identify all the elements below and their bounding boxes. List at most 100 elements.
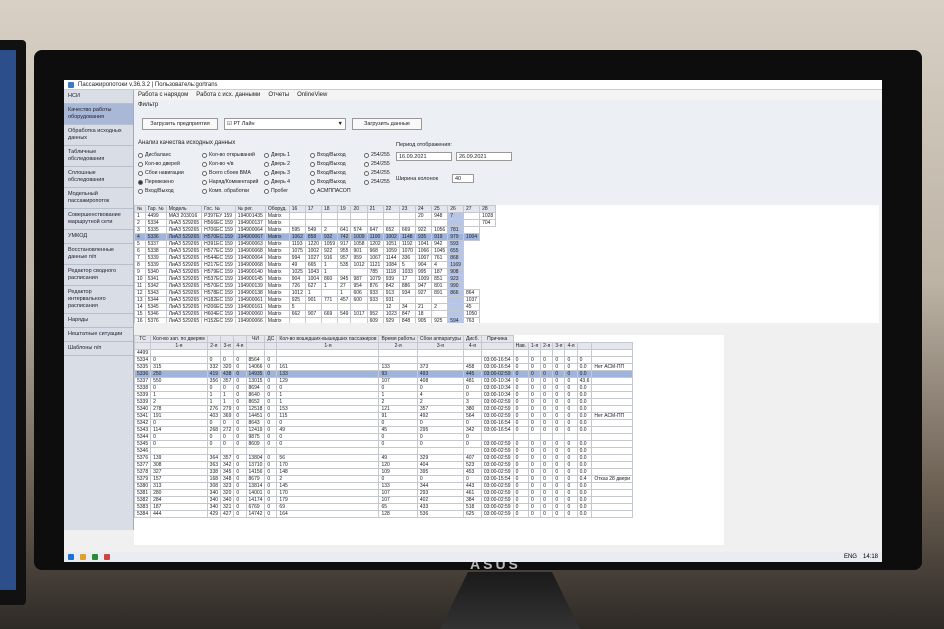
table-row[interactable]: 10 5341 ЛиАЗ 529265 Н537ЕС 159 194900145 Matr… xyxy=(134,275,496,283)
column-header[interactable]: № рег. xyxy=(234,205,266,213)
sidebar-item[interactable]: УМКОД xyxy=(64,230,133,244)
table-row[interactable]: 5339 2 1 1 0 8652 0 1 2 2 3 03:00-02:59 0 0 0 0 0 0.0 xyxy=(134,398,634,406)
column-header[interactable]: Модель xyxy=(165,205,203,213)
column-header[interactable]: 28 xyxy=(479,205,497,213)
table-row[interactable]: 5342 0 0 0 0 8643 0 0 0 0 0 03:00-16:54 0 0 0 0 0 0.0 xyxy=(134,419,634,427)
table-row[interactable]: 5338 0 0 0 0 8694 0 0 0 0 0 03:00-10:34 0 0 0 0 0 0.0 xyxy=(134,384,634,392)
analysis-radio[interactable]: Вход/Выход xyxy=(310,170,364,176)
table-row[interactable]: 5378 327 338 345 0 14156 0 148 109 395 453 03:00-02… xyxy=(134,468,634,476)
analysis-radio[interactable]: Кол-во дверей xyxy=(138,161,202,167)
table-row[interactable]: 5384 444 429 427 0 14742 0 164 128 536 625 03:00-02… xyxy=(134,510,634,518)
analysis-radio[interactable]: 254/255 xyxy=(364,152,414,158)
table-row[interactable]: 5336 250 419 438 0 14935 0 133 93 493 445 03:00-02:… xyxy=(134,370,634,378)
column-header[interactable]: ДС xyxy=(264,335,278,343)
column-header[interactable]: 23 xyxy=(398,205,416,213)
analysis-radio[interactable] xyxy=(364,188,414,194)
analysis-radio[interactable]: Дверь 4 xyxy=(264,179,310,185)
column-header[interactable] xyxy=(206,335,222,343)
sidebar-item[interactable]: Обработка исходных данных xyxy=(64,125,133,146)
table-row[interactable]: 5334 0 0 0 0 8564 0 03:00-16:54 0 0 0 0 0 0 xyxy=(134,356,634,364)
column-header[interactable]: 22 xyxy=(382,205,400,213)
analysis-radio[interactable]: Дверь 2 xyxy=(264,161,310,167)
analysis-radio[interactable]: АСМППАСОП xyxy=(310,188,364,194)
table-row[interactable]: 9 5340 ЛиАЗ 529265 Н579ЕС 159 194900140 Matri… xyxy=(134,268,496,276)
table-row[interactable]: 5346 03:00-02:59 0 0 0 0 0 0.0 xyxy=(134,447,634,455)
column-header[interactable]: Кол-во зап. по дверям xyxy=(150,335,208,343)
table-row[interactable]: 13 5344 ЛиАЗ 529265 Н182ЕС 159 194900061 Matr… xyxy=(134,296,496,304)
explorer-icon[interactable] xyxy=(80,554,86,560)
sidebar-item[interactable]: Табличные обследования xyxy=(64,146,133,167)
table-row[interactable]: 6 5338 ЛиАЗ 529265 Н577ЕС 159 194900068 Matri… xyxy=(134,247,496,255)
analysis-radio[interactable]: Перевезено xyxy=(138,179,202,185)
table-row[interactable]: 1 4499 МАЗ 203016 Р397ЕУ 159 194001435 Matrix… xyxy=(134,212,497,220)
column-header[interactable]: Причина xyxy=(480,335,514,343)
table-row[interactable]: 5376 139 364 357 0 13804 0 56 49 329 407 03:00-02:5… xyxy=(134,454,634,462)
table-row[interactable]: 5381 280 340 320 0 14001 0 170 107 293 461 03:00-02… xyxy=(134,489,634,497)
analysis-radio[interactable]: Дверь 3 xyxy=(264,170,310,176)
column-header[interactable]: № xyxy=(134,205,146,213)
table-row[interactable]: 7 5339 ЛиАЗ 529265 Н544ЕС 159 194900064 Matri… xyxy=(134,254,496,262)
table-row[interactable]: 11 5342 ЛиАЗ 529265 Н570ЕС 159 194900139 Matr… xyxy=(134,282,496,290)
windows-start-icon[interactable] xyxy=(68,554,74,560)
load-enterprises-button[interactable]: Загрузить предприятия xyxy=(142,118,218,130)
analysis-radio[interactable]: Дисбаланс xyxy=(138,152,202,158)
table-row[interactable]: 5382 284 340 340 0 14174 0 179 107 402 384 03:00-02… xyxy=(134,496,634,504)
column-header[interactable]: 18 xyxy=(320,205,339,213)
table-row[interactable]: 3 5335 ЛиАЗ 529265 Н706ЕС 159 194900064 Matri… xyxy=(134,226,496,234)
column-header[interactable]: Кол-во вошедших-вышедших пассажиров xyxy=(276,335,380,343)
column-width-input[interactable]: 40 xyxy=(452,174,474,183)
analysis-radio[interactable]: Вход/Выход xyxy=(310,161,364,167)
table-row[interactable]: 16 5376 ЛиАЗ 529265 Н152ЕС 159 194900066 Matr… xyxy=(134,317,496,323)
table-row[interactable]: 5337 550 356 357 0 13015 0 129 107 408 481 03:00-10… xyxy=(134,377,634,385)
column-header[interactable] xyxy=(233,335,247,343)
column-header[interactable]: ЧИ xyxy=(245,335,266,343)
table-row[interactable]: 5340 278 276 279 0 12518 0 153 121 357 380 03:00-02… xyxy=(134,405,634,413)
sidebar-item[interactable]: Сплошные обследования xyxy=(64,167,133,188)
enterprise-select[interactable]: ☑ РТ Лайн ▼ xyxy=(224,118,346,130)
column-header[interactable]: Гар. № xyxy=(144,205,167,213)
analysis-radio[interactable]: 254/255 xyxy=(364,179,414,185)
column-header[interactable]: 26 xyxy=(447,205,464,213)
table-row[interactable]: 14 5345 ЛиАЗ 529265 Н206ЕС 159 194900161 Matr… xyxy=(134,303,496,311)
menu-item[interactable]: Работа с исх. данными xyxy=(196,92,260,98)
table-row[interactable]: 5344 0 0 0 0 9875 0 0 0 0 0 xyxy=(134,433,634,441)
analysis-radio[interactable]: Пробег xyxy=(264,188,310,194)
sidebar-item[interactable]: Нештатные ситуации xyxy=(64,328,133,342)
column-header[interactable] xyxy=(220,335,235,343)
table-row[interactable]: 2 5334 ЛиАЗ 529265 Н566ЕС 159 194900137 Matri… xyxy=(134,219,497,227)
column-header[interactable]: Время работы xyxy=(378,335,418,343)
menu-item[interactable]: OnlineView xyxy=(297,92,327,98)
sidebar-item[interactable]: Модельный пассажиропоток xyxy=(64,188,133,209)
analysis-radio[interactable]: Вход/Выход xyxy=(310,179,364,185)
column-header[interactable]: Дисб. xyxy=(462,335,482,343)
table-row[interactable]: 5380 313 308 323 0 13814 0 145 133 344 443 03:00-02… xyxy=(134,482,634,490)
table-row[interactable]: 4 5336 ЛиАЗ 529265 Н570ЕС 159 194900067 Matri… xyxy=(134,233,496,241)
column-header[interactable]: 19 xyxy=(337,205,352,213)
table-row[interactable]: 5343 114 268 272 0 12419 0 49 45 295 342 03:00-16:5… xyxy=(134,426,634,434)
sidebar-item[interactable]: НСИ xyxy=(64,90,133,104)
column-header[interactable]: ТС xyxy=(134,335,152,343)
analysis-radio[interactable]: Дверь 1 xyxy=(264,152,310,158)
column-header[interactable]: 27 xyxy=(462,205,481,213)
table-row[interactable]: 5345 0 0 0 0 8609 0 0 0 0 0 03:00-02:59 0 0 0 0 0 0.0 xyxy=(134,440,634,448)
table-row[interactable]: 15 5346 ЛиАЗ 529265 Н604ЕС 159 194900060 Matr… xyxy=(134,310,496,318)
table-row[interactable]: 5 5337 ЛиАЗ 529265 Н391ЕС 159 194900063 Matri… xyxy=(134,240,496,248)
column-header[interactable]: 16 xyxy=(288,205,306,213)
sidebar-item[interactable]: Наряды xyxy=(64,314,133,328)
table-row[interactable]: 5377 308 363 342 0 13710 0 170 120 404 523 03:00-02… xyxy=(134,461,634,469)
analysis-radio[interactable]: Кол-во ч/в xyxy=(202,161,264,167)
analysis-radio[interactable]: Вход/Выход xyxy=(310,152,364,158)
column-header[interactable]: 17 xyxy=(304,205,322,213)
analysis-radio[interactable]: Комп. обработки xyxy=(202,188,264,194)
sidebar-item[interactable]: Восстановленные данные п/п xyxy=(64,244,133,265)
analysis-radio[interactable]: Наряд/Комментарий xyxy=(202,179,264,185)
table-row[interactable]: 5379 157 168 348 0 8679 0 2 0 0 0 03:00-15:54 0 0 0 0 0 0… xyxy=(134,475,634,483)
column-header[interactable]: 20 xyxy=(350,205,368,213)
app-taskbar-icon[interactable] xyxy=(92,554,98,560)
column-header[interactable]: 25 xyxy=(431,205,449,213)
load-data-button[interactable]: Загрузить данные xyxy=(352,118,422,130)
sidebar-item[interactable]: Шаблоны п/п xyxy=(64,342,133,356)
column-header[interactable]: Оборуд. xyxy=(264,205,290,213)
table-row[interactable]: 5383 187 340 321 0 6769 0 69 65 433 518 03:00-02:59… xyxy=(134,503,634,511)
menu-item[interactable]: Работа с нарядом xyxy=(138,92,188,98)
